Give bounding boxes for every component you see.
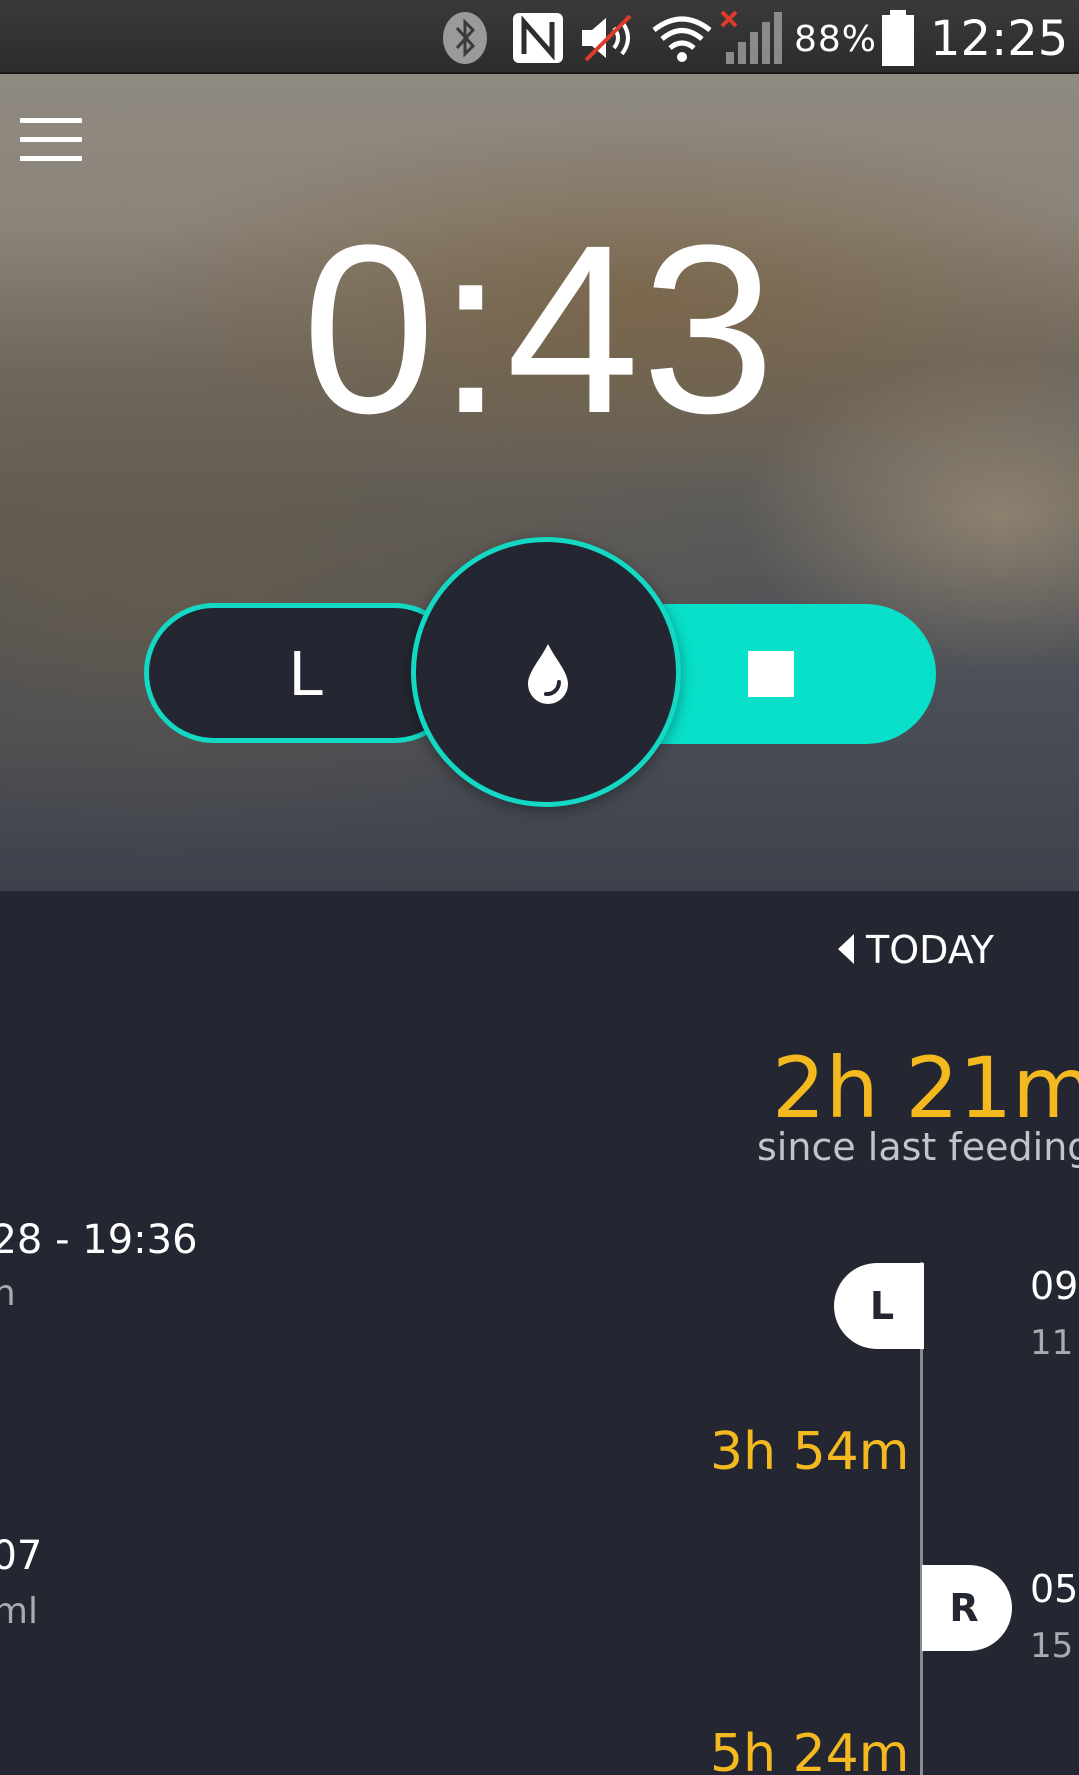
arrow-left-icon	[838, 934, 854, 964]
hamburger-menu-icon[interactable]	[20, 116, 82, 164]
signal-no-service-icon	[720, 10, 782, 64]
entry-date-detail: 15	[1030, 1626, 1074, 1666]
drop-icon	[528, 644, 568, 704]
breast-switch-knob[interactable]	[411, 537, 681, 807]
entry-detail: 0ml	[0, 1591, 38, 1632]
gap-duration: 5h 24m	[710, 1724, 910, 1775]
entry-date: 09	[1030, 1264, 1079, 1308]
entry-time[interactable]: :28 - 19:36	[0, 1216, 198, 1264]
wifi-icon	[652, 16, 712, 62]
battery-percent: 88%	[794, 19, 878, 60]
gap-duration: 3h 54m	[710, 1422, 910, 1482]
feeding-timer: 0:43	[301, 195, 778, 463]
entry-date: 05	[1030, 1567, 1079, 1611]
side-tag-left[interactable]: L	[834, 1263, 924, 1349]
hero-background: 0:43 L	[0, 74, 1079, 891]
stop-icon	[748, 651, 794, 697]
entry-time[interactable]: :07	[0, 1532, 42, 1580]
since-last-feeding-label: since last feeding	[757, 1125, 1079, 1169]
since-last-feeding-value: 2h 21m	[772, 1039, 1079, 1137]
bluetooth-icon	[443, 12, 487, 64]
status-clock: 12:25	[930, 11, 1069, 67]
nfc-icon	[513, 13, 563, 63]
today-label: TODAY	[866, 928, 994, 972]
entry-date-detail: 11	[1030, 1323, 1074, 1363]
entry-detail: nin	[0, 1273, 16, 1314]
status-bar: 88% 12:25	[0, 0, 1079, 74]
battery-icon	[882, 10, 914, 66]
left-side-label: L	[289, 637, 325, 709]
side-tag-right[interactable]: R	[922, 1565, 1012, 1651]
volume-muted-icon	[582, 14, 632, 62]
